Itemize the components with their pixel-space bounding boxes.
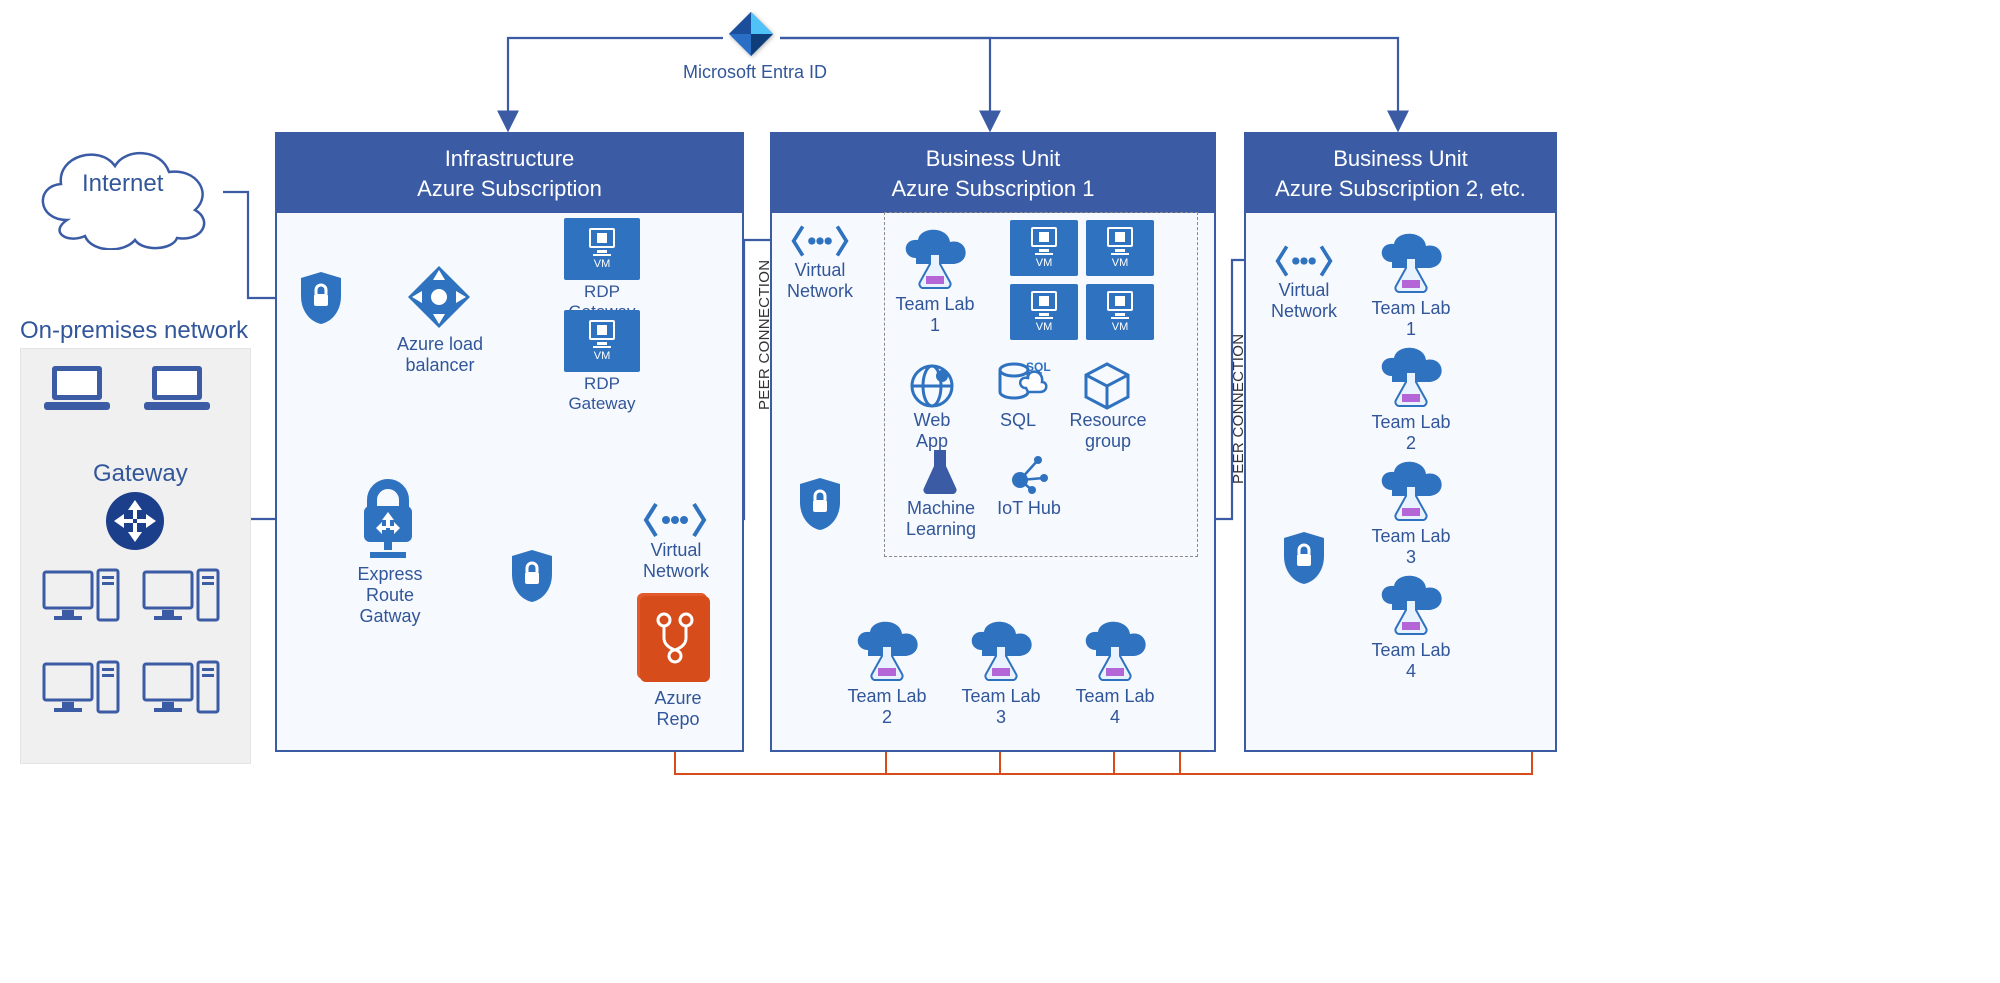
team-lab-icon <box>896 224 974 290</box>
panel-infrastructure-header: Infrastructure Azure Subscription <box>277 134 742 213</box>
panel-bu2-title2: Azure Subscription 2, etc. <box>1275 176 1526 201</box>
laptop-icon <box>42 362 112 414</box>
sql-label: SQL <box>994 410 1042 431</box>
vm-icon: VM <box>1086 220 1154 276</box>
panel-infra-title1: Infrastructure <box>445 146 575 171</box>
virtual-network-icon <box>642 500 708 545</box>
onprem-title: On-premises network <box>20 317 248 345</box>
bu2-teamlab2-label: Team Lab 2 <box>1364 412 1458 454</box>
bu2-vnet-label: Virtual Network <box>1266 280 1342 322</box>
webapp-label: Web App <box>896 410 968 452</box>
vm-text: VM <box>1036 257 1053 269</box>
team-lab-icon <box>1372 342 1450 408</box>
azure-load-balancer-icon <box>404 262 474 337</box>
panel-bu2-header: Business Unit Azure Subscription 2, etc. <box>1246 134 1555 213</box>
teamlab4-label: Team Lab 4 <box>1068 686 1162 728</box>
rdp2-label: RDP Gateway <box>552 374 652 414</box>
internet-label: Internet <box>82 170 163 198</box>
desktop-icon <box>142 660 222 726</box>
gateway-label: Gateway <box>93 460 188 488</box>
repo-label: Azure Repo <box>638 688 718 730</box>
vm-text: VM <box>1112 321 1129 333</box>
panel-bu2-title1: Business Unit <box>1333 146 1468 171</box>
teamlab2-label: Team Lab 2 <box>840 686 934 728</box>
team-lab-icon <box>962 616 1040 682</box>
express-route-gateway-icon <box>352 476 424 567</box>
panel-infra-title2: Azure Subscription <box>417 176 602 201</box>
team-lab-icon <box>1372 456 1450 522</box>
resource-group-icon <box>1082 360 1132 415</box>
bu2-teamlab1-label: Team Lab 1 <box>1364 298 1458 340</box>
desktop-icon <box>42 568 122 634</box>
security-shield-icon <box>508 548 556 604</box>
desktop-icon <box>142 568 222 634</box>
vm-icon: VM <box>1010 284 1078 340</box>
vm-icon: VM <box>1086 284 1154 340</box>
peer-connection-label: PEER CONNECTION <box>1230 334 1247 484</box>
teamlab1-label: Team Lab 1 <box>888 294 982 336</box>
bu2-teamlab3-label: Team Lab 3 <box>1364 526 1458 568</box>
firewall-shield-icon <box>297 270 345 326</box>
entra-id-icon <box>727 10 775 58</box>
panel-bu1-title1: Business Unit <box>926 146 1061 171</box>
iot-label: IoT Hub <box>994 498 1064 519</box>
desktop-icon <box>42 660 122 726</box>
erg-label: Express Route Gatway <box>332 564 448 627</box>
ml-label: Machine Learning <box>898 498 984 540</box>
alb-label: Azure load balancer <box>390 334 490 376</box>
rdp-gateway-vm-icon: VM <box>564 310 640 372</box>
vm-icon: VM <box>1010 220 1078 276</box>
vm-text: VM <box>594 350 611 362</box>
entra-id-label: Microsoft Entra ID <box>660 62 850 83</box>
team-lab-icon <box>848 616 926 682</box>
teamlab3-label: Team Lab 3 <box>954 686 1048 728</box>
security-shield-icon <box>796 476 844 532</box>
laptop-icon <box>142 362 212 414</box>
iot-hub-icon <box>1004 448 1052 501</box>
vm-text: VM <box>594 258 611 270</box>
peer-connection-label: PEER CONNECTION <box>756 260 773 410</box>
security-shield-icon <box>1280 530 1328 586</box>
web-app-icon <box>908 362 956 415</box>
team-lab-icon <box>1076 616 1154 682</box>
rg-label: Resource group <box>1066 410 1150 452</box>
bu1-vnet-label: Virtual Network <box>782 260 858 302</box>
azure-repo-icon <box>640 596 710 682</box>
vm-text: VM <box>1036 321 1053 333</box>
team-lab-icon <box>1372 570 1450 636</box>
panel-bu1-title2: Azure Subscription 1 <box>892 176 1095 201</box>
router-icon <box>104 490 166 552</box>
panel-bu1-header: Business Unit Azure Subscription 1 <box>772 134 1214 213</box>
vm-text: VM <box>1112 257 1129 269</box>
infra-vnet-label: Virtual Network <box>636 540 716 582</box>
team-lab-icon <box>1372 228 1450 294</box>
virtual-network-icon <box>790 222 850 265</box>
bu2-teamlab4-label: Team Lab 4 <box>1364 640 1458 682</box>
machine-learning-icon <box>920 448 960 501</box>
rdp-gateway-vm-icon: VM <box>564 218 640 280</box>
virtual-network-icon <box>1274 242 1334 285</box>
sql-icon: SQL <box>996 358 1048 415</box>
